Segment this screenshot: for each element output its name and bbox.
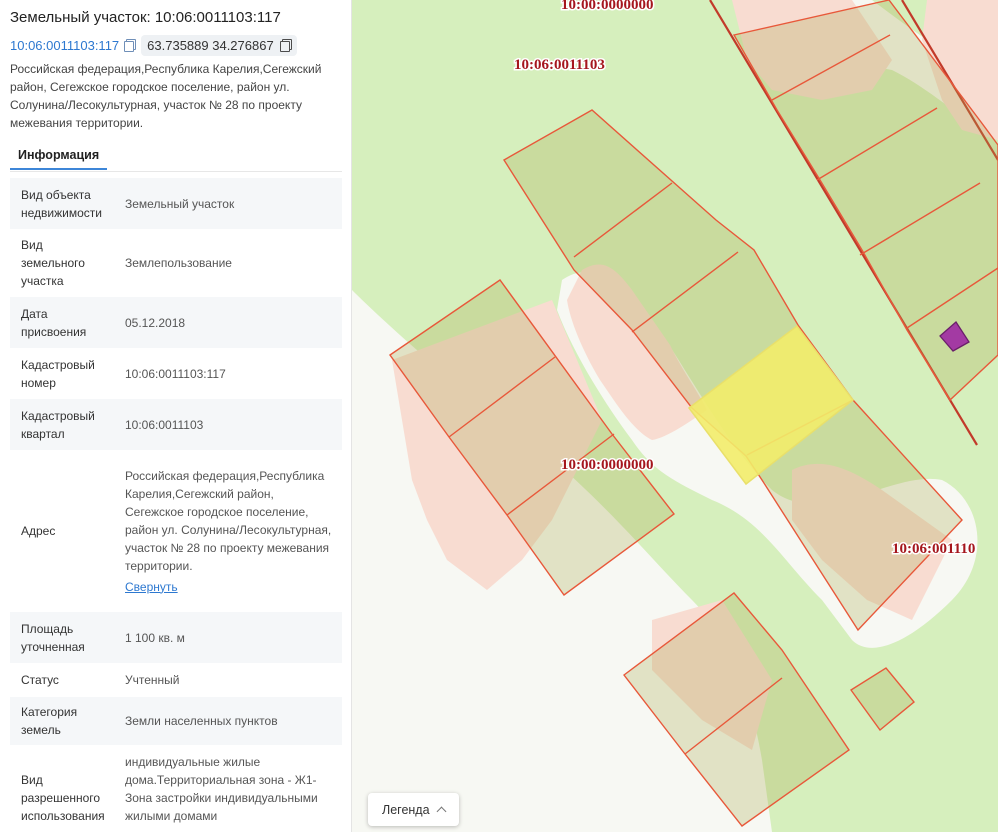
info-value: Землепользование — [125, 256, 232, 270]
chevron-up-icon — [436, 806, 446, 817]
map-canvas[interactable]: 10:00:0000000 10:06:0011103 10:00:000000… — [352, 0, 998, 832]
info-key: Адрес — [21, 524, 56, 538]
info-value-block: Российская федерация,Республика Карелия,… — [125, 467, 342, 596]
info-row: Категория земель Земли населенных пункто… — [10, 697, 342, 745]
copy-icon[interactable] — [279, 39, 292, 52]
info-row: Кадастровый квартал 10:06:0011103 — [10, 399, 342, 450]
legend-button[interactable]: Легенда — [368, 793, 459, 826]
tab-divider — [10, 171, 342, 172]
info-value: Учтенный — [125, 673, 180, 687]
info-row: Площадь уточненная 1 100 кв. м — [10, 612, 342, 663]
map-label: 10:06:001110 — [892, 541, 975, 557]
info-key: Вид объекта недвижимости — [21, 187, 102, 220]
info-panel: Земельный участок: 10:06:0011103:117 10:… — [0, 0, 352, 832]
tab-information[interactable]: Информация — [10, 142, 108, 170]
info-value: Российская федерация,Республика Карелия,… — [125, 468, 332, 573]
info-row: Кадастровый номер 10:06:0011103:117 — [10, 348, 342, 399]
info-key: Вид земельного участка — [21, 238, 85, 288]
info-value: индивидуальные жилые дома.Территориальна… — [125, 755, 318, 823]
cadastral-number-link[interactable]: 10:06:0011103:117 — [10, 36, 137, 55]
info-value: 1 100 кв. м — [125, 630, 185, 645]
info-value: 05.12.2018 — [125, 315, 186, 330]
info-row: Вид земельного участка Землепользование — [10, 229, 342, 297]
info-table: Вид объекта недвижимости Земельный участ… — [10, 178, 342, 832]
info-key: Кадастровый номер — [21, 357, 95, 390]
cadastral-map[interactable]: 10:00:0000000 10:06:0011103 10:00:000000… — [352, 0, 998, 832]
map-label: 10:00:0000000 — [561, 457, 654, 473]
legend-label: Легенда — [382, 802, 430, 817]
info-value: Земли населенных пунктов — [125, 714, 278, 728]
info-key: Дата присвоения — [21, 306, 87, 339]
map-label: 10:00:0000000 — [561, 0, 654, 13]
info-key: Вид разрешенного использования — [21, 773, 105, 823]
copy-icon[interactable] — [124, 39, 137, 52]
info-row: Вид объекта недвижимости Земельный участ… — [10, 178, 342, 229]
cadastral-number-text: 10:06:0011103:117 — [10, 37, 120, 53]
info-row: Вид разрешенного использования индивидуа… — [10, 745, 342, 832]
page-title: Земельный участок: 10:06:0011103:117 — [10, 9, 281, 26]
info-row: Адрес Российская федерация,Республика Ка… — [10, 450, 342, 612]
info-key: Статус — [21, 673, 59, 687]
info-value: 10:06:0011103 — [125, 417, 204, 432]
info-key: Площадь уточненная — [21, 621, 85, 654]
map-label: 10:06:0011103 — [514, 57, 605, 73]
info-value: Земельный участок — [125, 196, 235, 211]
address-summary: Российская федерация,Республика Карелия,… — [10, 62, 322, 130]
collapse-link[interactable]: Свернуть — [125, 578, 178, 596]
info-row: Статус Учтенный — [10, 663, 342, 697]
coordinates-chip[interactable]: 63.735889 34.276867 — [141, 34, 297, 56]
info-key: Категория земель — [21, 705, 78, 737]
coordinates-text: 63.735889 34.276867 — [147, 37, 274, 53]
identifier-row: 10:06:0011103:117 63.735889 34.276867 — [10, 34, 297, 56]
info-row: Дата присвоения 05.12.2018 — [10, 297, 342, 348]
info-key: Кадастровый квартал — [21, 408, 95, 441]
info-value: 10:06:0011103:117 — [125, 366, 226, 381]
